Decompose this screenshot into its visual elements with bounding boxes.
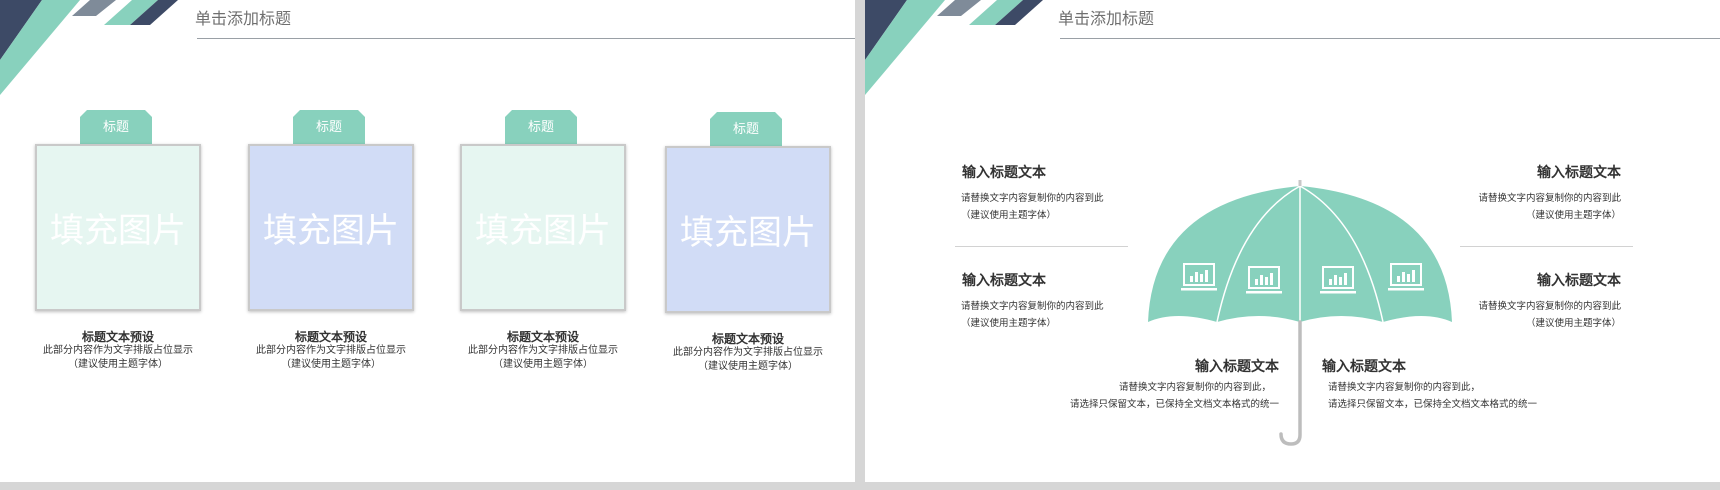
corner-stripes-decoration — [0, 0, 178, 95]
slide-title[interactable]: 单击添加标题 — [195, 5, 291, 29]
block-heading[interactable]: 输入标题文本 — [1537, 162, 1621, 182]
card-desc-line: （建议使用主题字体） — [281, 359, 381, 370]
card-desc-line: 此部分内容作为文字排版占位显示 — [256, 345, 406, 356]
card-title[interactable]: 标题文本预设 — [228, 328, 434, 345]
card-desc-line: 此部分内容作为文字排版占位显示 — [43, 345, 193, 356]
card-description[interactable]: 此部分内容作为文字排版占位显示 （建议使用主题字体） — [5, 344, 231, 372]
image-placeholder[interactable]: 填充图片 — [35, 144, 201, 311]
image-placeholder[interactable]: 填充图片 — [248, 144, 414, 311]
card-description[interactable]: 此部分内容作为文字排版占位显示 （建议使用主题字体） — [430, 344, 656, 372]
card-tag[interactable]: 标题 — [80, 110, 152, 144]
monitor-chart-icon — [1246, 266, 1282, 294]
block-heading[interactable]: 输入标题文本 — [962, 270, 1046, 290]
image-placeholder[interactable]: 填充图片 — [460, 144, 626, 311]
monitor-chart-icon — [1320, 266, 1356, 294]
card-description[interactable]: 此部分内容作为文字排版占位显示 （建议使用主题字体） — [218, 344, 444, 372]
block-heading[interactable]: 输入标题文本 — [1195, 356, 1279, 376]
block-heading[interactable]: 输入标题文本 — [1322, 356, 1406, 376]
divider-line — [1460, 246, 1633, 247]
umbrella-graphic — [1148, 180, 1452, 446]
body-line: 请选择只保留文本，已保持全文档文本格式的统一 — [1069, 399, 1279, 410]
block-body[interactable]: 请替换文字内容复制你的内容到此， 请选择只保留文本，已保持全文档文本格式的统一 — [1328, 379, 1537, 413]
card-description[interactable]: 此部分内容作为文字排版占位显示 （建议使用主题字体） — [635, 346, 855, 374]
body-line: 请替换文字内容复制你的内容到此， — [1118, 382, 1271, 393]
body-line: （建议使用主题字体） — [1525, 210, 1621, 221]
card-tag[interactable]: 标题 — [505, 110, 577, 144]
image-placeholder[interactable]: 填充图片 — [665, 146, 831, 313]
body-line: 请替换文字内容复制你的内容到此 — [961, 193, 1104, 204]
body-line: 请选择只保留文本，已保持全文档文本格式的统一 — [1328, 399, 1538, 410]
card-title[interactable]: 标题文本预设 — [440, 328, 646, 345]
card-title[interactable]: 标题文本预设 — [15, 328, 221, 345]
card-desc-line: 此部分内容作为文字排版占位显示 — [673, 347, 823, 358]
slide-left: 单击添加标题 标题 填充图片 标题文本预设 此部分内容作为文字排版占位显示 （建… — [0, 0, 855, 482]
block-body[interactable]: 请替换文字内容复制你的内容到此 （建议使用主题字体） — [961, 298, 1104, 332]
card-desc-line: （建议使用主题字体） — [68, 359, 168, 370]
body-line: 请替换文字内容复制你的内容到此 — [961, 301, 1104, 312]
block-body[interactable]: 请替换文字内容复制你的内容到此， 请选择只保留文本，已保持全文档文本格式的统一 — [1070, 379, 1279, 413]
body-line: （建议使用主题字体） — [1525, 318, 1621, 329]
body-line: 请替换文字内容复制你的内容到此 — [1478, 301, 1621, 312]
card-tag[interactable]: 标题 — [710, 112, 782, 146]
block-heading[interactable]: 输入标题文本 — [962, 162, 1046, 182]
block-heading[interactable]: 输入标题文本 — [1537, 270, 1621, 290]
monitor-chart-icon — [1181, 263, 1217, 291]
card-title[interactable]: 标题文本预设 — [645, 330, 851, 347]
block-body[interactable]: 请替换文字内容复制你的内容到此 （建议使用主题字体） — [1478, 190, 1621, 224]
body-line: （建议使用主题字体） — [961, 318, 1057, 329]
body-line: 请替换文字内容复制你的内容到此， — [1328, 382, 1481, 393]
card-tag[interactable]: 标题 — [293, 110, 365, 144]
block-body[interactable]: 请替换文字内容复制你的内容到此 （建议使用主题字体） — [961, 190, 1104, 224]
body-line: 请替换文字内容复制你的内容到此 — [1478, 193, 1621, 204]
body-line: （建议使用主题字体） — [961, 210, 1057, 221]
divider-line — [955, 246, 1128, 247]
monitor-chart-icon — [1388, 263, 1424, 291]
card-desc-line: （建议使用主题字体） — [493, 359, 593, 370]
card-desc-line: 此部分内容作为文字排版占位显示 — [468, 345, 618, 356]
title-underline — [197, 38, 855, 39]
card-desc-line: （建议使用主题字体） — [698, 361, 798, 372]
slide-right: 单击添加标题 输入标题文本 请替换文字内容复制你的内容到此 （建议使用主题字体） — [865, 0, 1720, 482]
block-body[interactable]: 请替换文字内容复制你的内容到此 （建议使用主题字体） — [1478, 298, 1621, 332]
